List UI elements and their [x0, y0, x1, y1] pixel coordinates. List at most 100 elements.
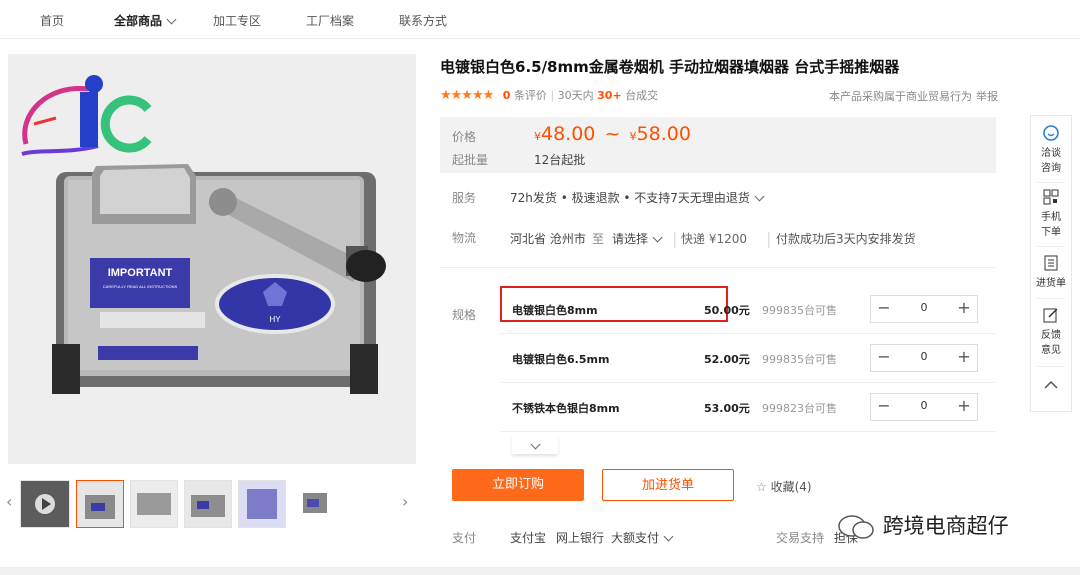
add-to-cart-button[interactable]: 加进货单 — [602, 469, 734, 501]
thumbnail-4[interactable] — [238, 480, 286, 528]
decrease-button[interactable]: − — [873, 347, 895, 367]
thumbnail-2[interactable] — [130, 480, 178, 528]
moq-value: 12台起批 — [534, 153, 586, 167]
nav-contact[interactable]: 联系方式 — [399, 12, 447, 29]
increase-button[interactable]: + — [953, 298, 975, 318]
sidebar-list-label: 进货单 — [1036, 278, 1066, 289]
buy-now-button[interactable]: 立即订购 — [452, 469, 584, 501]
shipping-time: 付款成功后3天内安排发货 — [776, 232, 916, 246]
sidebar-mobile-label-2: 下单 — [1041, 227, 1061, 238]
spec-label: 规格 — [452, 308, 477, 322]
quantity-stepper: − 0 + — [870, 295, 978, 323]
moq-label: 起批量 — [452, 153, 489, 167]
review-count[interactable]: 0 — [503, 89, 511, 102]
quantity-input[interactable]: 0 — [901, 399, 947, 412]
service-value[interactable]: 72h发货 • 极速退款 • 不支持7天无理由退货 — [510, 189, 765, 206]
sidebar-purchase-list[interactable]: 进货单 — [1031, 254, 1071, 289]
divider — [1037, 298, 1065, 299]
chevron-right-icon[interactable]: › — [402, 492, 414, 512]
thumbnail-strip: ‹ › — [0, 474, 420, 534]
chevron-down-icon — [530, 439, 540, 450]
spec-row: 电镀银白色6.5mm 52.00元 999835台可售 − 0 + — [500, 335, 996, 383]
trade-support-label: 交易支持 — [776, 531, 825, 545]
section-divider — [440, 267, 996, 268]
payment-method: 大额支付 — [611, 531, 660, 545]
wechat-icon — [838, 515, 874, 539]
thumbnail-1[interactable] — [76, 480, 124, 528]
increase-button[interactable]: + — [953, 347, 975, 367]
nav-factory[interactable]: 工厂档案 — [306, 12, 354, 29]
thumbnail-video[interactable] — [20, 480, 70, 528]
chevron-down-icon — [166, 14, 177, 25]
spec-name: 不锈铁本色银白8mm — [512, 402, 620, 415]
thumbnail-3[interactable] — [184, 480, 232, 528]
right-sidebar: 洽谈 咨询 手机 下单 进货单 反馈 意见 — [1030, 115, 1072, 412]
spec-stock: 999835台可售 — [762, 353, 837, 366]
price-high: 58.00 — [636, 123, 691, 145]
image-plate-title: IMPORTANT — [108, 267, 173, 279]
bottom-strip — [0, 567, 1080, 575]
spec-price: 53.00元 — [704, 402, 750, 415]
logistics-destination-select[interactable]: 请选择 — [612, 230, 663, 247]
quantity-input[interactable]: 0 — [901, 301, 947, 314]
spec-price: 50.00元 — [704, 304, 750, 317]
report-link[interactable]: 举报 — [976, 88, 998, 104]
back-to-top-button[interactable] — [1031, 378, 1071, 402]
qrcode-icon — [1043, 189, 1059, 205]
thumbnail-image — [131, 481, 177, 527]
divider — [1037, 182, 1065, 183]
sidebar-feedback[interactable]: 反馈 意见 — [1031, 306, 1071, 356]
nav-home[interactable]: 首页 — [40, 12, 64, 29]
divider — [1037, 366, 1065, 367]
favorite-label: 收藏(4) — [770, 480, 812, 494]
rating-row: ★★★★★ 0 条评价 | 30天内 30+ 台成交 — [440, 88, 659, 103]
sidebar-feedback-label-2: 意见 — [1041, 345, 1061, 356]
price-range: ¥48.00 ~ ¥58.00 — [534, 123, 691, 145]
quantity-input[interactable]: 0 — [901, 350, 947, 363]
nav-processing[interactable]: 加工专区 — [213, 12, 261, 29]
favorite-button[interactable]: ☆ 收藏(4) — [756, 478, 812, 495]
expand-specs-button[interactable] — [512, 436, 558, 454]
star-outline-icon: ☆ — [756, 480, 767, 494]
thumbnail-image — [239, 481, 285, 527]
logistics-to: 至 — [592, 232, 605, 246]
play-icon — [21, 481, 69, 527]
sidebar-chat-label-2: 咨询 — [1041, 163, 1061, 174]
increase-button[interactable]: + — [953, 396, 975, 416]
destination-text: 请选择 — [612, 232, 649, 246]
spec-stock: 999823台可售 — [762, 402, 837, 415]
watermark-text: 跨境电商超仔 — [882, 514, 1009, 538]
logistics-label: 物流 — [452, 231, 477, 245]
spec-row: 电镀银白色8mm 50.00元 999835台可售 − 0 + — [500, 286, 996, 334]
sales-prefix: 30天内 — [557, 89, 594, 102]
chevron-down-icon — [663, 531, 674, 542]
row-divider — [500, 382, 996, 383]
main-product-image[interactable]: IMPORTANT CAREFULLY READ ALL INSTRUCTION… — [8, 54, 416, 464]
image-brand-text: HY — [269, 315, 281, 324]
decrease-button[interactable]: − — [873, 396, 895, 416]
chevron-down-icon — [754, 191, 765, 202]
payment-method: 支付宝 — [510, 531, 547, 545]
thumbnail-5[interactable] — [292, 480, 340, 528]
decrease-button[interactable]: − — [873, 298, 895, 318]
nav-all-products[interactable]: 全部商品 — [114, 12, 177, 29]
payment-method: 网上银行 — [556, 531, 605, 545]
edit-icon — [1043, 308, 1058, 323]
image-plate-note: CAREFULLY READ ALL INSTRUCTIONS — [103, 284, 178, 289]
sales-count: 30+ — [597, 89, 622, 102]
thumbnail-image — [185, 481, 231, 527]
sidebar-chat[interactable]: 洽谈 咨询 — [1031, 124, 1071, 174]
payment-method-dropdown[interactable]: 大额支付 — [611, 529, 674, 546]
divider: | — [672, 229, 678, 248]
price-low: 48.00 — [541, 123, 596, 145]
thumbnail-image — [77, 481, 123, 527]
logistics-origin: 河北省 沧州市 — [510, 232, 586, 246]
rating-stars-icon: ★★★★★ — [440, 88, 494, 103]
chevron-left-icon[interactable]: ‹ — [6, 492, 18, 512]
sidebar-mobile-order[interactable]: 手机 下单 — [1031, 188, 1071, 238]
divider — [1037, 246, 1065, 247]
price-label: 价格 — [452, 130, 477, 144]
row-divider — [500, 431, 996, 432]
sales-suffix: 台成交 — [625, 89, 659, 102]
price-box: 价格 ¥48.00 ~ ¥58.00 起批量 12台起批 — [440, 117, 996, 173]
